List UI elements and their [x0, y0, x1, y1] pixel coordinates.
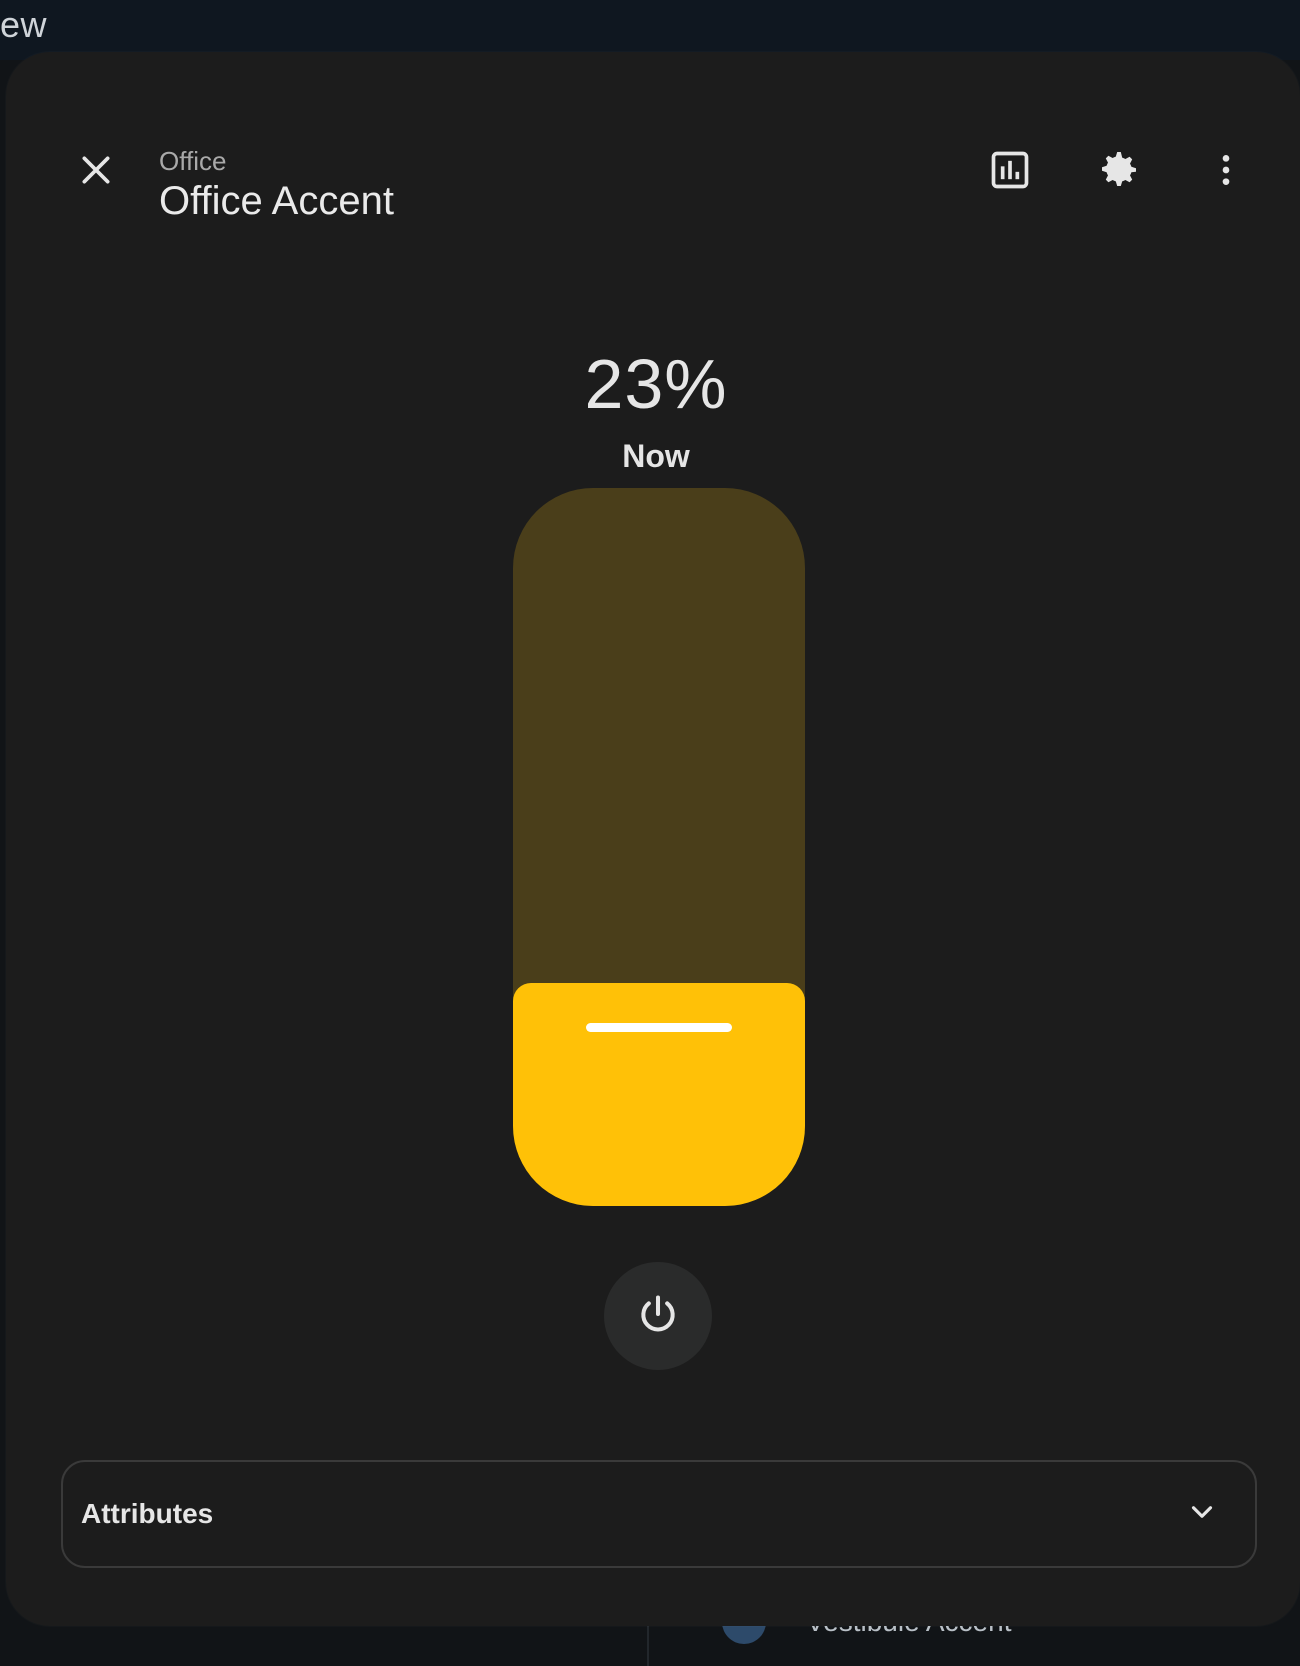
attributes-label: Attributes — [81, 1498, 214, 1529]
power-toggle-button[interactable] — [604, 1262, 712, 1370]
background-title: ew — [0, 4, 48, 45]
power-icon — [636, 1292, 680, 1341]
brightness-value-label: Now — [622, 438, 690, 474]
background-topbar: ew — [0, 0, 1300, 60]
brightness-slider[interactable] — [513, 488, 805, 1206]
close-button[interactable] — [64, 140, 128, 204]
attributes-expander[interactable]: Attributes — [61, 1460, 1257, 1568]
brightness-value: 23% — [584, 345, 728, 423]
more-menu-button[interactable] — [1194, 140, 1258, 204]
more-info-dialog: Office Office Accent 23% Now Attributes — [6, 52, 1300, 1626]
more-vertical-icon — [1206, 150, 1246, 195]
brightness-slider-handle[interactable] — [586, 1023, 732, 1032]
history-button[interactable] — [978, 140, 1042, 204]
chart-icon — [988, 148, 1032, 197]
chevron-down-icon — [1185, 1495, 1219, 1534]
header-text: Office Office Accent — [159, 146, 394, 226]
brightness-slider-fill — [513, 983, 805, 1206]
settings-button[interactable] — [1086, 140, 1150, 204]
gear-icon — [1094, 146, 1142, 199]
close-icon — [76, 150, 116, 195]
entity-name: Office Accent — [159, 179, 394, 223]
area-name: Office — [159, 146, 227, 176]
dialog-header: Office Office Accent — [6, 52, 1300, 223]
